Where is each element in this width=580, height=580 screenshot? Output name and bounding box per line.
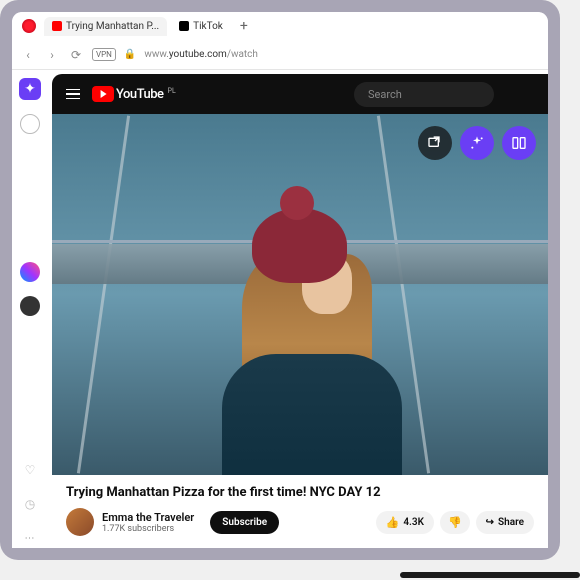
hamburger-menu-icon[interactable] [66,89,80,100]
new-tab-button[interactable]: + [235,17,253,35]
youtube-header: YouTube PL Search [52,74,548,114]
tab-bar: Trying Manhattan P... TikTok + [12,12,548,40]
tab-tiktok[interactable]: TikTok [171,17,231,36]
subscribe-button[interactable]: Subscribe [210,511,279,534]
opera-logo-icon [22,19,36,33]
aria-ai-button[interactable]: ✦ [19,78,41,100]
back-button[interactable]: ‹ [20,47,36,63]
share-icon: ↪ [486,517,494,528]
youtube-logo[interactable]: YouTube PL [92,86,176,102]
sidebar-speed-dial-icon[interactable] [20,114,40,134]
video-title: Trying Manhattan Pizza for the first tim… [66,485,534,500]
video-info-bar: Trying Manhattan Pizza for the first tim… [52,475,548,548]
thumbs-down-icon: 👎 [448,516,462,529]
channel-avatar[interactable] [66,508,94,536]
subscriber-count: 1.77K subscribers [102,524,194,534]
channel-block[interactable]: Emma the Traveler 1.77K subscribers [102,511,194,534]
youtube-page: YouTube PL Search [52,74,548,548]
share-button[interactable]: ↪ Share [476,511,534,534]
search-input[interactable]: Search [354,82,494,107]
browser-sidebar: ✦ ♡ ◷ ⋯ [12,70,48,548]
url-field[interactable]: www.youtube.com/watch [144,49,258,60]
lock-icon: 🔒 [124,49,136,60]
sidebar-more-icon[interactable]: ⋯ [20,528,40,548]
youtube-region: PL [168,87,176,95]
tab-title: Trying Manhattan P... [66,21,159,32]
youtube-logo-text: YouTube [116,87,164,102]
tab-title: TikTok [193,21,223,32]
lucid-mode-icon[interactable] [460,126,494,160]
channel-name: Emma the Traveler [102,511,194,524]
tiktok-favicon-icon [179,21,189,31]
device-chin [400,572,580,578]
popout-video-icon[interactable] [418,126,452,160]
url-path: /watch [227,49,258,60]
video-player[interactable] [52,114,548,475]
share-label: Share [498,517,524,528]
split-screen-icon[interactable] [502,126,536,160]
youtube-favicon-icon [52,21,62,31]
history-icon[interactable]: ◷ [20,494,40,514]
dislike-button[interactable]: 👎 [440,511,470,534]
url-prefix: www. [144,49,169,60]
forward-button[interactable]: › [44,47,60,63]
sidebar-app-icon[interactable] [20,296,40,316]
youtube-logo-icon [92,86,114,102]
like-count: 4.3K [403,517,424,528]
thumbs-up-icon: 👍 [386,516,400,529]
heart-icon[interactable]: ♡ [20,460,40,480]
address-bar: ‹ › ⟳ VPN 🔒 www.youtube.com/watch [12,40,548,70]
like-button[interactable]: 👍 4.3K [376,511,434,534]
url-domain: youtube.com [169,49,227,60]
reload-button[interactable]: ⟳ [68,47,84,63]
tab-youtube[interactable]: Trying Manhattan P... [44,17,167,36]
vpn-badge[interactable]: VPN [92,48,116,61]
messenger-icon[interactable] [20,262,40,282]
